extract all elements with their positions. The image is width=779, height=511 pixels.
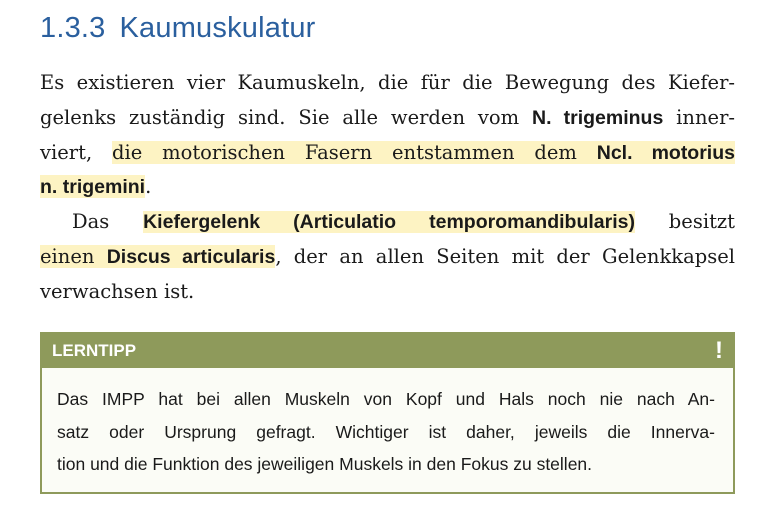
text-span: inner- bbox=[663, 105, 735, 129]
text-span: gelenks zuständig sind. Sie alle werden … bbox=[40, 105, 533, 129]
section-number: 1.3.3 bbox=[40, 12, 106, 44]
text-span: die motorischen Fasern entstammen dem bbox=[112, 140, 597, 164]
lerntipp-box: LERNTIPP ! Das IMPP hat bei allen Muskel… bbox=[40, 332, 735, 494]
term-n-trigeminus: N. trigeminus bbox=[532, 106, 664, 129]
highlighted-text: einen Discus articularis bbox=[40, 244, 276, 268]
term-discus-articularis: Discus articularis bbox=[106, 245, 276, 268]
paragraph-2-line-1: Das Kiefergelenk (Articulatio temporoman… bbox=[40, 205, 735, 240]
text-span: , der an allen Seiten mit der Gelenkkaps… bbox=[275, 244, 735, 268]
text-span: Das bbox=[72, 210, 144, 234]
paragraph-1-line-3: viert, die motorischen Fasern entstammen… bbox=[40, 136, 735, 171]
paragraph-2-line-3: verwachsen ist. bbox=[40, 275, 735, 310]
paragraph-1-line-4: n. trigemini. bbox=[40, 170, 735, 205]
text-span: viert, bbox=[40, 140, 112, 164]
body-text: Es existieren vier Kaumuskeln, die für d… bbox=[40, 66, 735, 310]
section-title: Kaumuskulatur bbox=[119, 12, 316, 44]
text-span: Es existieren vier Kaumuskeln, die für d… bbox=[40, 71, 735, 94]
paragraph-1-line-1: Es existieren vier Kaumuskeln, die für d… bbox=[40, 66, 735, 101]
text-span: . bbox=[145, 175, 152, 199]
term-kiefergelenk: Kiefergelenk (Articulatio temporomandibu… bbox=[143, 211, 635, 234]
exclamation-icon: ! bbox=[715, 337, 723, 364]
section-heading: 1.3.3 Kaumuskulatur bbox=[40, 12, 316, 45]
paragraph-1-line-2: gelenks zuständig sind. Sie alle werden … bbox=[40, 101, 735, 136]
paragraph-2-line-2: einen Discus articularis, der an allen S… bbox=[40, 240, 735, 275]
term-n-trigemini: n. trigemini bbox=[40, 176, 146, 199]
lerntipp-line: tion und die Funktion des jeweiligen Mus… bbox=[57, 454, 593, 474]
text-span: einen bbox=[40, 244, 107, 268]
lerntipp-header: LERNTIPP ! bbox=[42, 334, 733, 368]
lerntipp-line: Das IMPP hat bei allen Muskeln von Kopf … bbox=[57, 389, 715, 409]
highlighted-text: die motorischen Fasern entstammen dem Nc… bbox=[112, 140, 735, 164]
lerntipp-content: Das IMPP hat bei allen Muskeln von Kopf … bbox=[42, 368, 733, 481]
lerntipp-line: satz oder Ursprung gefragt. Wichtiger is… bbox=[57, 421, 715, 442]
lerntipp-label: LERNTIPP bbox=[52, 341, 137, 360]
term-ncl-motorius: Ncl. motorius bbox=[596, 141, 735, 164]
highlighted-text: n. trigemini bbox=[40, 175, 146, 199]
text-span: besitzt bbox=[634, 210, 736, 234]
text-span: verwachsen ist. bbox=[40, 279, 195, 303]
